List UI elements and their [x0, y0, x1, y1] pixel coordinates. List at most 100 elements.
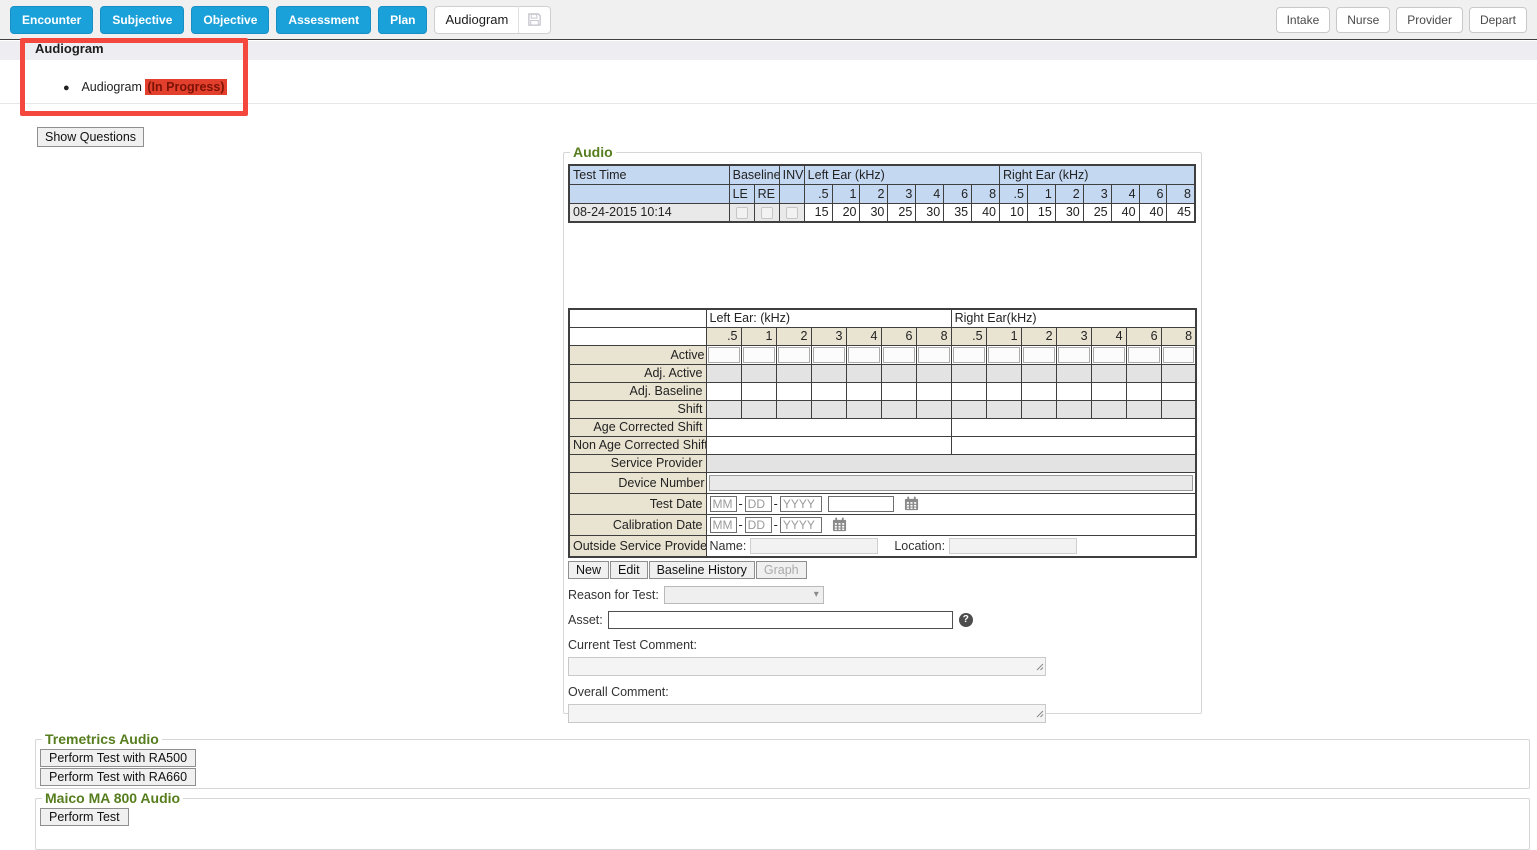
show-questions-button[interactable]: Show Questions [37, 127, 144, 147]
left-value: 20 [832, 203, 860, 222]
nurse-button[interactable]: Nurse [1336, 7, 1390, 33]
audio-action-buttons: New Edit Baseline History Graph [568, 561, 1197, 579]
osp-name-input[interactable] [750, 538, 878, 554]
maico-legend: Maico MA 800 Audio [42, 790, 183, 806]
left-value: 30 [860, 203, 888, 222]
asset-input[interactable] [608, 611, 953, 629]
active-input[interactable] [1023, 347, 1055, 363]
col-le: LE [729, 184, 754, 203]
freq-header: 8 [1161, 327, 1196, 345]
row-label-service-provider: Service Provider [569, 454, 706, 472]
encounter-button[interactable]: Encounter [10, 6, 93, 34]
maico-perform-test-button[interactable]: Perform Test [40, 808, 129, 826]
inv-checkbox[interactable] [779, 203, 804, 222]
panel-divider [0, 103, 1537, 104]
current-test-comment-textarea[interactable] [568, 657, 1046, 676]
active-input[interactable] [988, 347, 1020, 363]
active-input[interactable] [848, 347, 880, 363]
freq-header: 3 [811, 327, 846, 345]
baseline-le-checkbox[interactable] [729, 203, 754, 222]
freq-header: 3 [888, 184, 916, 203]
table-row[interactable]: 08-24-2015 10:14 15 20 30 25 30 35 40 10… [569, 203, 1195, 222]
perform-test-ra660-button[interactable]: Perform Test with RA660 [40, 768, 196, 786]
top-toolbar: Encounter Subjective Objective Assessmen… [0, 0, 1537, 40]
freq-header: .5 [1000, 184, 1028, 203]
save-icon[interactable] [519, 12, 550, 27]
audiogram-list-item[interactable]: ● Audiogram (In Progress) [63, 80, 227, 94]
help-icon[interactable]: ? [959, 613, 973, 627]
test-time-input[interactable] [828, 496, 894, 512]
perform-test-ra500-button[interactable]: Perform Test with RA500 [40, 749, 196, 767]
active-input[interactable] [778, 347, 810, 363]
resize-handle-icon[interactable] [1036, 660, 1044, 674]
active-input[interactable] [1128, 347, 1160, 363]
service-provider-cell [706, 454, 1196, 472]
freq-header: 3 [1083, 184, 1111, 203]
calibration-date-mm-input[interactable] [710, 517, 737, 533]
osp-location-input[interactable] [949, 538, 1077, 554]
right-value: 10 [1000, 203, 1028, 222]
graph-button: Graph [756, 561, 807, 579]
status-badge: (In Progress) [145, 79, 226, 95]
active-input[interactable] [813, 347, 845, 363]
reason-for-test-select[interactable]: ▾ [664, 586, 824, 604]
freq-header: 4 [846, 327, 881, 345]
freq-header: 8 [972, 184, 1000, 203]
active-input[interactable] [1058, 347, 1090, 363]
row-label-adj-active: Adj. Active [569, 364, 706, 382]
active-input[interactable] [743, 347, 775, 363]
audiogram-item-label[interactable]: Audiogram [81, 80, 141, 94]
test-date-dd-input[interactable] [745, 496, 772, 512]
active-input[interactable] [953, 347, 985, 363]
row-label-test-date: Test Date [569, 493, 706, 514]
assessment-button[interactable]: Assessment [276, 6, 371, 34]
right-value: 45 [1167, 203, 1195, 222]
subjective-button[interactable]: Subjective [100, 6, 184, 34]
active-input[interactable] [708, 347, 740, 363]
calibration-date-dd-input[interactable] [745, 517, 772, 533]
device-number-input[interactable] [709, 475, 1194, 491]
edit-button[interactable]: Edit [610, 561, 648, 579]
depart-button[interactable]: Depart [1469, 7, 1527, 33]
audio-results-table: Test Time Baseline INV Left Ear (kHz) Ri… [568, 164, 1196, 223]
row-label-outside-service-provider: Outside Service Provider [569, 535, 706, 557]
tremetrics-fieldset: Tremetrics Audio Perform Test with RA500… [35, 731, 1530, 789]
resize-handle-icon[interactable] [1036, 707, 1044, 721]
right-value: 40 [1111, 203, 1139, 222]
freq-header: 2 [1021, 327, 1056, 345]
active-input[interactable] [918, 347, 950, 363]
chevron-down-icon: ▾ [814, 589, 819, 600]
calendar-icon[interactable] [904, 496, 919, 511]
freq-header: 6 [944, 184, 972, 203]
page-title: Audiogram [35, 41, 104, 56]
col-inv: INV [779, 165, 804, 184]
row-label-calibration-date: Calibration Date [569, 514, 706, 535]
objective-button[interactable]: Objective [191, 6, 269, 34]
active-input[interactable] [1163, 347, 1195, 363]
freq-header: 6 [1126, 327, 1161, 345]
test-date-mm-input[interactable] [710, 496, 737, 512]
baseline-re-checkbox[interactable] [754, 203, 779, 222]
provider-button[interactable]: Provider [1396, 7, 1463, 33]
row-label-shift: Shift [569, 400, 706, 418]
test-time-cell[interactable]: 08-24-2015 10:14 [569, 203, 729, 222]
freq-header: 4 [916, 184, 944, 203]
baseline-history-button[interactable]: Baseline History [649, 561, 755, 579]
active-input[interactable] [1093, 347, 1125, 363]
calibration-date-yyyy-input[interactable] [780, 517, 822, 533]
plan-button[interactable]: Plan [378, 6, 427, 34]
calendar-icon[interactable] [832, 517, 847, 532]
tab-audiogram[interactable]: Audiogram [434, 6, 551, 34]
active-input[interactable] [883, 347, 915, 363]
asset-label: Asset: [568, 613, 603, 627]
new-button[interactable]: New [568, 561, 609, 579]
row-label-device-number: Device Number [569, 472, 706, 493]
intake-button[interactable]: Intake [1276, 7, 1331, 33]
col-re: RE [754, 184, 779, 203]
freq-header: 1 [832, 184, 860, 203]
col-right-ear: Right Ear (kHz) [1000, 165, 1195, 184]
overall-comment-textarea[interactable] [568, 704, 1046, 723]
audio-fieldset: Audio Test Time Baseline INV Left Ear (k… [563, 144, 1202, 714]
test-date-yyyy-input[interactable] [780, 496, 822, 512]
osp-location-label: Location: [894, 539, 945, 553]
